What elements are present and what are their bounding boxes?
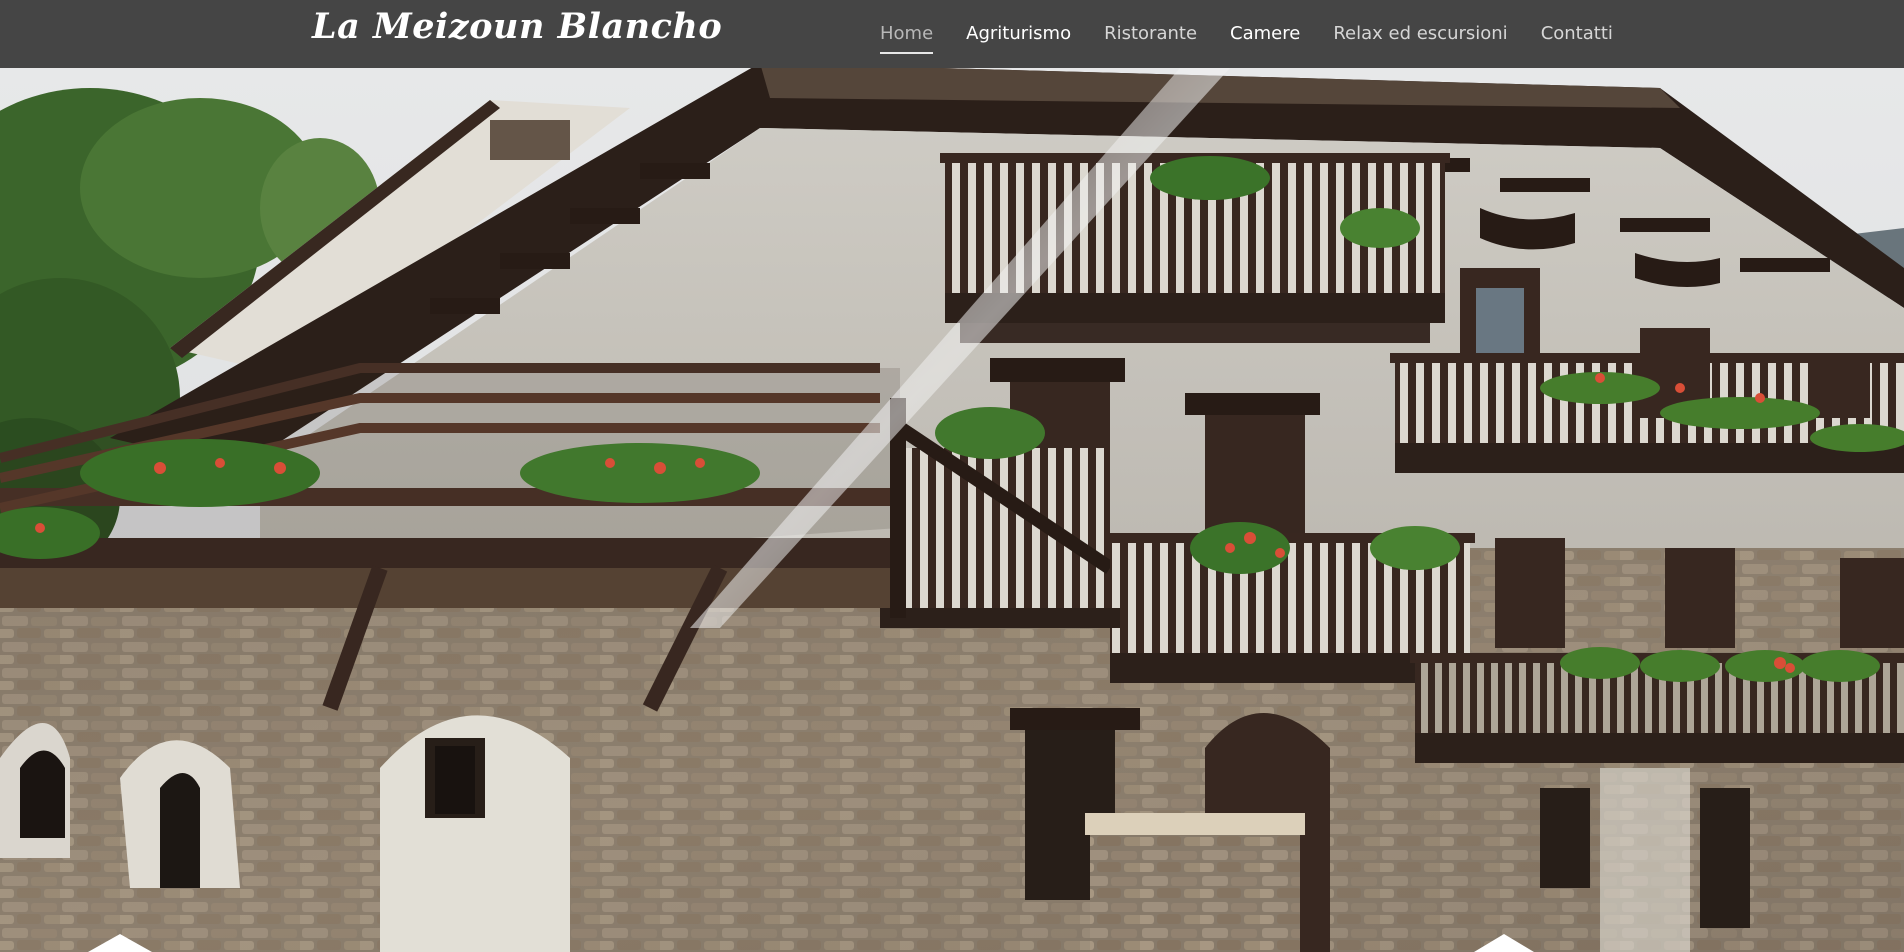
nav-item-camere[interactable]: Camere [1230,0,1300,68]
main-menu: Home Agriturismo Ristorante Camere Relax… [880,0,1646,68]
nav-item-ristorante[interactable]: Ristorante [1104,0,1197,68]
top-navbar: La Meizoun Blancho Home Agriturismo Rist… [0,0,1904,68]
hero-slider [0,68,1904,952]
nav-item-agriturismo[interactable]: Agriturismo [966,0,1071,68]
chalet-photo [0,68,1904,952]
nav-item-contatti[interactable]: Contatti [1541,0,1613,68]
site-logo[interactable]: La Meizoun Blancho [312,6,722,47]
nav-item-relax[interactable]: Relax ed escursioni [1333,0,1507,68]
nav-item-home[interactable]: Home [880,0,934,68]
